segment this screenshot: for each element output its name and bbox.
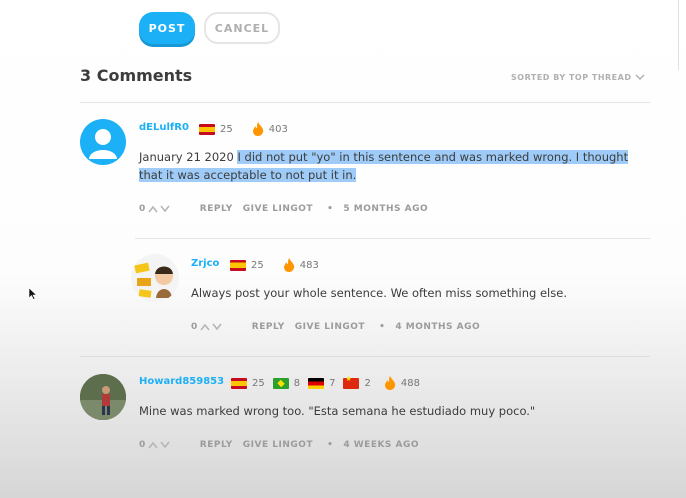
scrollbar[interactable] [678, 0, 686, 70]
default-user-icon [89, 129, 117, 159]
comment-username[interactable]: Zrjco [191, 258, 219, 269]
comment-text: Always post your whole sentence. We ofte… [191, 286, 567, 300]
user-stats: 25 403 [199, 122, 288, 136]
streak-count: 403 [268, 123, 288, 135]
avatar[interactable] [80, 374, 126, 420]
upvote-icon[interactable] [148, 205, 158, 213]
downvote-icon[interactable] [160, 205, 170, 213]
upvote-icon[interactable] [200, 323, 210, 331]
cancel-button[interactable]: CANCEL [204, 12, 280, 44]
separator-dot: • [327, 204, 334, 214]
comment-timestamp: 4 MONTHS AGO [395, 322, 481, 332]
course-level: 25 [252, 377, 265, 389]
reply-button[interactable]: REPLY [252, 322, 285, 332]
vote-count: 0 [139, 440, 146, 450]
comment-timestamp: 4 WEEKS AGO [343, 440, 420, 450]
comment-text: January 21 2020 I did not put "yo" in th… [139, 148, 639, 184]
comment-divider [135, 238, 650, 239]
comments-count-title: 3 Comments [80, 66, 193, 85]
reply-button[interactable]: REPLY [200, 440, 233, 450]
separator-dot: • [327, 440, 334, 450]
vote-control: 0 [139, 440, 170, 450]
course-level: 25 [251, 259, 264, 271]
separator-dot: • [379, 322, 386, 332]
post-button[interactable]: POST [139, 12, 195, 44]
downvote-icon[interactable] [160, 441, 170, 449]
photo-avatar-icon [80, 374, 126, 420]
chevron-down-icon [635, 74, 645, 81]
give-lingot-button[interactable]: GIVE LINGOT [243, 204, 313, 214]
streak-count: 488 [400, 377, 420, 389]
vote-count: 0 [191, 322, 198, 332]
china-flag-icon [343, 375, 360, 389]
header-divider [80, 102, 650, 103]
germany-flag-icon [308, 377, 325, 389]
comment-divider [80, 356, 650, 357]
mouse-cursor-icon [29, 288, 37, 300]
streak-count: 483 [299, 259, 319, 271]
comment-timestamp: 5 MONTHS AGO [343, 204, 429, 214]
give-lingot-button[interactable]: GIVE LINGOT [295, 322, 365, 332]
sort-label: SORTED BY TOP THREAD [511, 73, 632, 82]
comment-username[interactable]: dELulfR0 [139, 122, 189, 133]
brazil-flag-icon [272, 377, 289, 389]
give-lingot-button[interactable]: GIVE LINGOT [243, 440, 313, 450]
comment-text: Mine was marked wrong too. "Esta semana … [139, 404, 536, 418]
spain-flag-icon [230, 259, 246, 271]
spain-flag-icon [231, 377, 247, 389]
avatar[interactable] [131, 254, 179, 302]
course-level: 7 [329, 377, 336, 389]
upvote-icon[interactable] [148, 441, 158, 449]
comment-username[interactable]: Howard859853 [139, 376, 224, 387]
comment-actions: 0 REPLY GIVE LINGOT • 4 WEEKS AGO [139, 440, 419, 450]
course-level: 25 [220, 123, 233, 135]
streak-fire-icon [283, 258, 294, 272]
sort-dropdown[interactable]: SORTED BY TOP THREAD [511, 73, 645, 82]
vote-control: 0 [191, 322, 222, 332]
vote-count: 0 [139, 204, 146, 214]
avatar[interactable] [80, 119, 126, 165]
comment-actions: 0 REPLY GIVE LINGOT • 4 MONTHS AGO [191, 322, 480, 332]
sticker-avatar-icon [134, 262, 173, 298]
spain-flag-icon [199, 123, 215, 135]
streak-fire-icon [384, 376, 396, 390]
downvote-icon[interactable] [212, 323, 222, 331]
streak-fire-icon [252, 122, 263, 136]
reply-button[interactable]: REPLY [200, 204, 233, 214]
comment-actions: 0 REPLY GIVE LINGOT • 5 MONTHS AGO [139, 204, 428, 214]
course-level: 8 [293, 377, 301, 389]
comment-date: January 21 2020 [139, 150, 238, 164]
user-stats: 25 483 [230, 258, 319, 272]
vote-control: 0 [139, 204, 170, 214]
course-level: 2 [364, 377, 371, 389]
user-stats: 25 8 7 2 488 [231, 375, 420, 390]
